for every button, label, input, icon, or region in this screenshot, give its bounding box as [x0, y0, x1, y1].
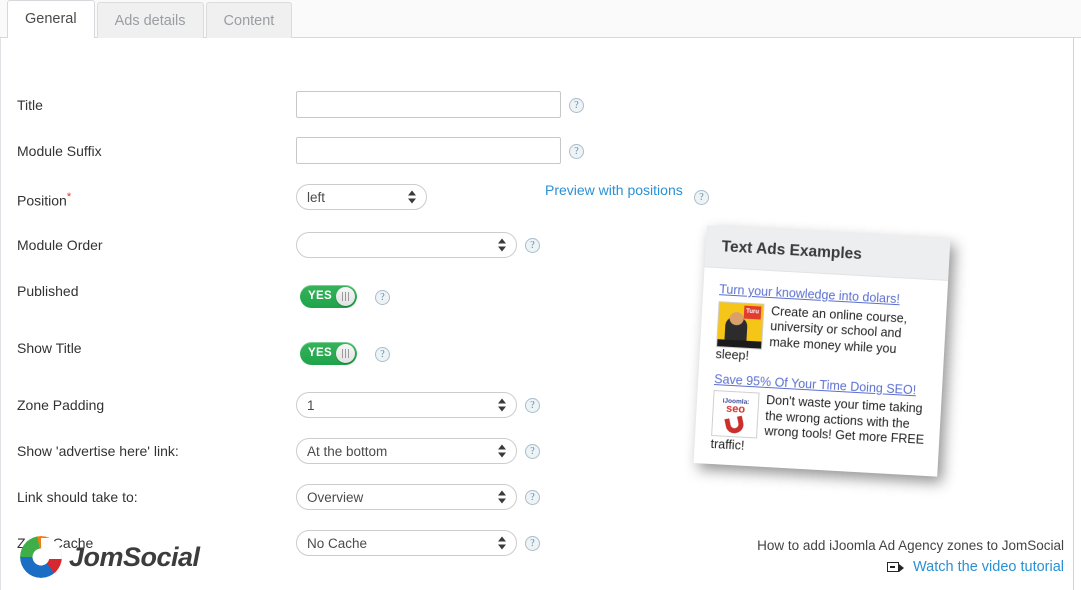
- magnet-icon: [724, 415, 746, 435]
- help-icon-zone-cache[interactable]: ?: [525, 536, 540, 552]
- preview-with-positions-link[interactable]: Preview with positions: [545, 182, 683, 198]
- promo-body: Turn your knowledge into dolars! Turu Cr…: [694, 267, 948, 464]
- label-module-order: Module Order: [17, 237, 103, 253]
- zone-padding-select-value: 1: [307, 398, 315, 413]
- advertise-here-select[interactable]: At the bottom: [296, 438, 517, 464]
- jomsocial-swirl-icon: [20, 536, 62, 578]
- form-row-module-suffix: Module Suffix ?: [1, 136, 1073, 166]
- video-camera-icon: [886, 561, 904, 573]
- video-tutorial-block: How to add iJoomla Ad Agency zones to Jo…: [757, 536, 1064, 576]
- form-row-link-target: Link should take to: Overview ?: [1, 482, 1073, 512]
- label-show-title: Show Title: [17, 340, 82, 356]
- help-icon-published[interactable]: ?: [375, 290, 390, 306]
- chevron-updown-icon: [408, 190, 416, 205]
- ad-thumb-badge: Turu: [743, 305, 762, 320]
- module-suffix-input[interactable]: [296, 137, 561, 164]
- ad-thumbnail-course-icon: Turu: [716, 300, 765, 350]
- help-icon-module-order[interactable]: ?: [525, 238, 540, 254]
- jomsocial-logo: JomSocial: [20, 536, 200, 578]
- position-select-value: left: [307, 190, 326, 205]
- advertise-here-select-value: At the bottom: [307, 444, 388, 459]
- watch-video-tutorial-link[interactable]: Watch the video tutorial: [913, 559, 1064, 575]
- help-icon-title[interactable]: ?: [569, 98, 584, 114]
- chevron-updown-icon: [498, 398, 506, 413]
- label-advertise-here: Show 'advertise here' link:: [17, 443, 179, 459]
- zone-cache-select-value: No Cache: [307, 536, 368, 551]
- label-module-suffix: Module Suffix: [17, 143, 102, 159]
- published-toggle-value: YES: [308, 290, 332, 302]
- help-icon-advertise-here[interactable]: ?: [525, 444, 540, 460]
- help-icon-link-target[interactable]: ?: [525, 490, 540, 506]
- form-row-title: Title ?: [1, 90, 1073, 120]
- tab-ads-details[interactable]: Ads details: [96, 2, 204, 38]
- position-select[interactable]: left: [296, 184, 427, 210]
- text-ads-examples-card: Text Ads Examples Turn your knowledge in…: [693, 225, 951, 477]
- ad-example-1: Turn your knowledge into dolars! Turu Cr…: [715, 282, 933, 374]
- tab-bar: General Ads details Content: [0, 0, 1081, 38]
- tab-general[interactable]: General: [7, 0, 95, 38]
- jomsocial-logo-text: JomSocial: [69, 541, 200, 572]
- video-tutorial-caption: How to add iJoomla Ad Agency zones to Jo…: [757, 538, 1064, 553]
- help-icon-zone-padding[interactable]: ?: [525, 398, 540, 414]
- label-zone-padding: Zone Padding: [17, 397, 105, 413]
- chevron-updown-icon: [498, 536, 506, 551]
- module-order-select[interactable]: [296, 232, 517, 258]
- zone-cache-select[interactable]: No Cache: [296, 530, 517, 556]
- promo-inner: Text Ads Examples Turn your knowledge in…: [693, 225, 951, 477]
- zone-padding-select[interactable]: 1: [296, 392, 517, 418]
- toggle-knob: [336, 287, 355, 306]
- label-title: Title: [17, 97, 43, 113]
- tab-list: General Ads details Content: [7, 0, 294, 38]
- form-row-position: Position* left Preview with positions ?: [1, 182, 1073, 212]
- label-published: Published: [17, 283, 79, 299]
- required-marker: *: [66, 191, 72, 203]
- link-target-select[interactable]: Overview: [296, 484, 517, 510]
- label-link-target: Link should take to:: [17, 489, 138, 505]
- chevron-updown-icon: [498, 444, 506, 459]
- label-position: Position*: [17, 182, 71, 216]
- chevron-updown-icon: [498, 490, 506, 505]
- tab-content[interactable]: Content: [205, 2, 293, 38]
- label-position-text: Position: [17, 192, 67, 209]
- video-tutorial-row: Watch the video tutorial: [757, 558, 1064, 576]
- ad-thumbnail-seo-icon: iJoomla: seo: [711, 390, 760, 439]
- title-input[interactable]: [296, 91, 561, 118]
- link-target-select-value: Overview: [307, 490, 364, 505]
- help-icon-show-title[interactable]: ?: [375, 347, 390, 363]
- chevron-updown-icon: [498, 238, 506, 253]
- ad-example-2: Save 95% Of Your Time Doing SEO! iJoomla…: [710, 372, 928, 464]
- toggle-knob: [336, 344, 355, 363]
- show-title-toggle[interactable]: YES: [300, 342, 357, 365]
- published-toggle[interactable]: YES: [300, 285, 357, 308]
- help-icon-module-suffix[interactable]: ?: [569, 144, 584, 160]
- help-icon-position[interactable]: ?: [694, 190, 709, 206]
- show-title-toggle-value: YES: [308, 347, 332, 359]
